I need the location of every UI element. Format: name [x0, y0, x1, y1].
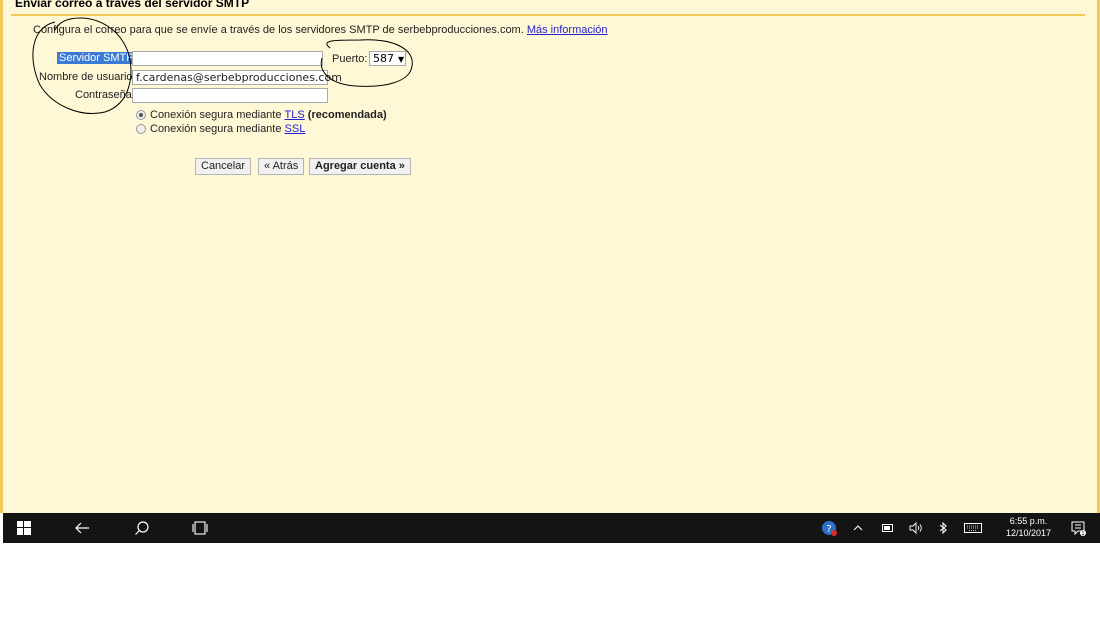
page-title: Enviar correo a través del servidor SMTP: [15, 0, 250, 10]
windows-taskbar: ? 6:55 p.m. 12/10/2017 1: [3, 513, 1100, 543]
add-account-button[interactable]: Agregar cuenta »: [309, 158, 411, 175]
smtp-server-label: Servidor SMTP: [57, 52, 136, 64]
volume-icon[interactable]: [906, 513, 926, 543]
back-button[interactable]: « Atrás: [258, 158, 305, 175]
intro-paragraph: Configura el correo para que se envíe a …: [33, 24, 608, 36]
cancel-button[interactable]: Cancelar: [195, 158, 252, 175]
task-view-icon[interactable]: [189, 513, 211, 543]
port-value: 587: [373, 52, 394, 65]
tls-option-text: Conexión segura mediante: [150, 109, 282, 121]
more-info-link[interactable]: Más información: [527, 24, 608, 36]
smtp-server-input[interactable]: [132, 51, 323, 66]
port-select[interactable]: 587 ▼: [369, 51, 406, 66]
back-arrow-icon[interactable]: [71, 513, 93, 543]
tls-radio[interactable]: [136, 110, 146, 120]
help-icon[interactable]: ?: [818, 513, 840, 543]
keyboard-icon[interactable]: [961, 513, 985, 543]
clock-date: 12/10/2017: [1006, 528, 1052, 538]
svg-text:?: ?: [826, 524, 831, 535]
clock-time: 6:55 p.m.: [1009, 516, 1048, 526]
svg-text:1: 1: [1081, 531, 1084, 536]
chevron-up-icon[interactable]: [849, 513, 867, 543]
battery-icon[interactable]: [879, 513, 897, 543]
username-input[interactable]: f.cardenas@serbebproducciones.com: [132, 70, 342, 85]
tls-link[interactable]: TLS: [285, 109, 305, 121]
search-icon[interactable]: [131, 513, 153, 543]
ssl-link[interactable]: SSL: [285, 123, 306, 135]
dropdown-arrow-icon: ▼: [398, 55, 405, 64]
taskbar-clock[interactable]: 6:55 p.m. 12/10/2017: [1006, 515, 1051, 539]
ssl-option-text: Conexión segura mediante: [150, 123, 282, 135]
ssl-radio[interactable]: [136, 124, 146, 134]
notification-icon[interactable]: 1: [1066, 513, 1090, 543]
password-input[interactable]: [132, 88, 328, 103]
dialog-panel: Enviar correo a través del servidor SMTP…: [0, 0, 1100, 513]
password-label: Contraseña:: [75, 89, 135, 101]
username-label: Nombre de usuario:: [39, 71, 136, 83]
windows-start-icon[interactable]: [13, 513, 35, 543]
intro-text: Configura el correo para que se envíe a …: [33, 24, 524, 36]
title-divider: [11, 14, 1085, 16]
tls-recommended: (recomendada): [307, 109, 387, 121]
port-label: Puerto:: [332, 53, 368, 65]
tls-option[interactable]: Conexión segura mediante TLS (recomendad…: [136, 109, 387, 121]
ssl-option[interactable]: Conexión segura mediante SSL: [136, 123, 305, 135]
bluetooth-icon[interactable]: [934, 513, 952, 543]
